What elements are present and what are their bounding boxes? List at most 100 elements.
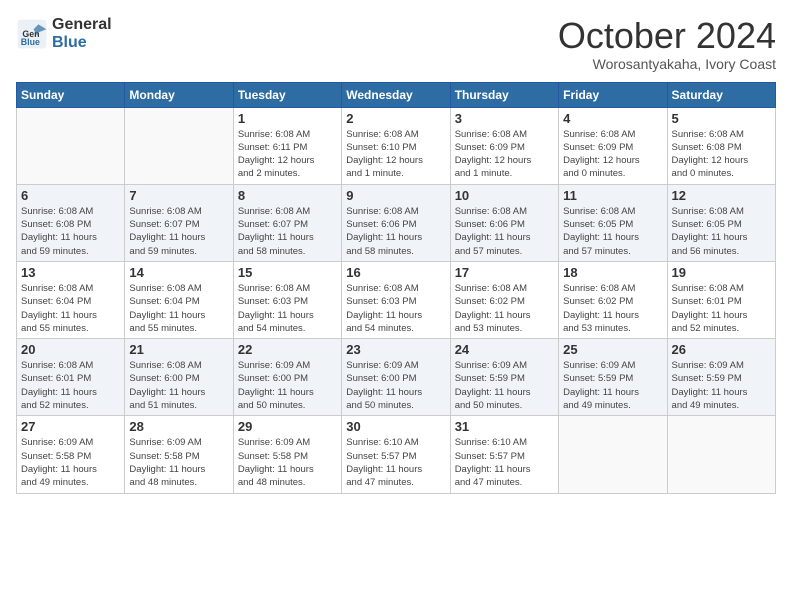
day-number: 27 bbox=[21, 419, 120, 434]
calendar-week-row: 13Sunrise: 6:08 AM Sunset: 6:04 PM Dayli… bbox=[17, 261, 776, 338]
day-info: Sunrise: 6:09 AM Sunset: 5:59 PM Dayligh… bbox=[563, 359, 662, 412]
calendar-week-row: 1 Sunrise: 6:08 AM Sunset: 6:11 PM Daylig… bbox=[17, 107, 776, 184]
location: Worosantyakaha, Ivory Coast bbox=[558, 56, 776, 72]
calendar-cell: 20Sunrise: 6:08 AM Sunset: 6:01 PM Dayli… bbox=[17, 339, 125, 416]
day-info: Sunrise: 6:10 AM Sunset: 5:57 PM Dayligh… bbox=[455, 436, 554, 489]
calendar-cell: 26 Sunrise: 6:09 AM Sunset: 5:59 PM Dayli… bbox=[667, 339, 775, 416]
day-number: 26 bbox=[672, 342, 771, 357]
calendar-cell: 18 Sunrise: 6:08 AM Sunset: 6:02 PM Dayli… bbox=[559, 261, 667, 338]
day-number: 30 bbox=[346, 419, 445, 434]
logo-text: General Blue bbox=[52, 16, 112, 51]
calendar-cell: 4 Sunrise: 6:08 AM Sunset: 6:09 PM Daylig… bbox=[559, 107, 667, 184]
day-info: Sunrise: 6:09 AM Sunset: 5:59 PM Dayligh… bbox=[455, 359, 554, 412]
day-number: 18 bbox=[563, 265, 662, 280]
day-number: 21 bbox=[129, 342, 228, 357]
day-number: 2 bbox=[346, 111, 445, 126]
weekday-header-sunday: Sunday bbox=[17, 82, 125, 107]
calendar-cell: 3 Sunrise: 6:08 AM Sunset: 6:09 PM Daylig… bbox=[450, 107, 558, 184]
calendar-cell: 8 Sunrise: 6:08 AM Sunset: 6:07 PM Daylig… bbox=[233, 184, 341, 261]
logo-general-text: General bbox=[52, 16, 112, 34]
day-number: 1 bbox=[238, 111, 337, 126]
day-info: Sunrise: 6:08 AM Sunset: 6:07 PM Dayligh… bbox=[238, 205, 337, 258]
day-info: Sunrise: 6:08 AM Sunset: 6:10 PM Dayligh… bbox=[346, 128, 445, 181]
weekday-header-thursday: Thursday bbox=[450, 82, 558, 107]
day-number: 29 bbox=[238, 419, 337, 434]
day-info: Sunrise: 6:08 AM Sunset: 6:02 PM Dayligh… bbox=[563, 282, 662, 335]
weekday-header-monday: Monday bbox=[125, 82, 233, 107]
day-info: Sunrise: 6:08 AM Sunset: 6:08 PM Dayligh… bbox=[21, 205, 120, 258]
calendar-cell: 2 Sunrise: 6:08 AM Sunset: 6:10 PM Daylig… bbox=[342, 107, 450, 184]
day-info: Sunrise: 6:08 AM Sunset: 6:00 PM Dayligh… bbox=[129, 359, 228, 412]
day-number: 8 bbox=[238, 188, 337, 203]
day-number: 6 bbox=[21, 188, 120, 203]
calendar-cell: 11Sunrise: 6:08 AM Sunset: 6:05 PM Dayli… bbox=[559, 184, 667, 261]
calendar-cell: 30 Sunrise: 6:10 AM Sunset: 5:57 PM Dayli… bbox=[342, 416, 450, 493]
calendar-cell: 16 Sunrise: 6:08 AM Sunset: 6:03 PM Dayli… bbox=[342, 261, 450, 338]
calendar-cell: 29 Sunrise: 6:09 AM Sunset: 5:58 PM Dayli… bbox=[233, 416, 341, 493]
day-info: Sunrise: 6:09 AM Sunset: 6:00 PM Dayligh… bbox=[238, 359, 337, 412]
day-info: Sunrise: 6:08 AM Sunset: 6:03 PM Dayligh… bbox=[238, 282, 337, 335]
calendar-cell: 14Sunrise: 6:08 AM Sunset: 6:04 PM Dayli… bbox=[125, 261, 233, 338]
calendar-cell: 19Sunrise: 6:08 AM Sunset: 6:01 PM Dayli… bbox=[667, 261, 775, 338]
day-number: 9 bbox=[346, 188, 445, 203]
day-number: 15 bbox=[238, 265, 337, 280]
calendar-cell: 27 Sunrise: 6:09 AM Sunset: 5:58 PM Dayli… bbox=[17, 416, 125, 493]
calendar-cell: 22 Sunrise: 6:09 AM Sunset: 6:00 PM Dayli… bbox=[233, 339, 341, 416]
day-number: 20 bbox=[21, 342, 120, 357]
calendar-cell: 23Sunrise: 6:09 AM Sunset: 6:00 PM Dayli… bbox=[342, 339, 450, 416]
day-number: 19 bbox=[672, 265, 771, 280]
weekday-header-wednesday: Wednesday bbox=[342, 82, 450, 107]
day-number: 25 bbox=[563, 342, 662, 357]
day-number: 10 bbox=[455, 188, 554, 203]
calendar-cell: 17Sunrise: 6:08 AM Sunset: 6:02 PM Dayli… bbox=[450, 261, 558, 338]
calendar-cell: 13Sunrise: 6:08 AM Sunset: 6:04 PM Dayli… bbox=[17, 261, 125, 338]
calendar-week-row: 27 Sunrise: 6:09 AM Sunset: 5:58 PM Dayli… bbox=[17, 416, 776, 493]
calendar-cell: 24 Sunrise: 6:09 AM Sunset: 5:59 PM Dayli… bbox=[450, 339, 558, 416]
day-number: 16 bbox=[346, 265, 445, 280]
day-info: Sunrise: 6:09 AM Sunset: 5:58 PM Dayligh… bbox=[21, 436, 120, 489]
calendar-cell: 31 Sunrise: 6:10 AM Sunset: 5:57 PM Dayli… bbox=[450, 416, 558, 493]
month-title: October 2024 bbox=[558, 16, 776, 56]
day-info: Sunrise: 6:08 AM Sunset: 6:02 PM Dayligh… bbox=[455, 282, 554, 335]
calendar-cell bbox=[17, 107, 125, 184]
page-header: Gen Blue General Blue October 2024 Woros… bbox=[16, 16, 776, 72]
day-info: Sunrise: 6:08 AM Sunset: 6:09 PM Dayligh… bbox=[563, 128, 662, 181]
svg-text:Blue: Blue bbox=[21, 37, 40, 47]
day-number: 22 bbox=[238, 342, 337, 357]
day-info: Sunrise: 6:08 AM Sunset: 6:06 PM Dayligh… bbox=[455, 205, 554, 258]
weekday-header-saturday: Saturday bbox=[667, 82, 775, 107]
day-info: Sunrise: 6:08 AM Sunset: 6:09 PM Dayligh… bbox=[455, 128, 554, 181]
day-number: 4 bbox=[563, 111, 662, 126]
day-info: Sunrise: 6:08 AM Sunset: 6:07 PM Dayligh… bbox=[129, 205, 228, 258]
day-info: Sunrise: 6:08 AM Sunset: 6:11 PM Dayligh… bbox=[238, 128, 337, 181]
calendar-cell: 6 Sunrise: 6:08 AM Sunset: 6:08 PM Daylig… bbox=[17, 184, 125, 261]
day-info: Sunrise: 6:08 AM Sunset: 6:06 PM Dayligh… bbox=[346, 205, 445, 258]
day-info: Sunrise: 6:10 AM Sunset: 5:57 PM Dayligh… bbox=[346, 436, 445, 489]
day-info: Sunrise: 6:09 AM Sunset: 5:59 PM Dayligh… bbox=[672, 359, 771, 412]
day-number: 31 bbox=[455, 419, 554, 434]
day-number: 24 bbox=[455, 342, 554, 357]
calendar-cell: 9 Sunrise: 6:08 AM Sunset: 6:06 PM Daylig… bbox=[342, 184, 450, 261]
calendar-week-row: 6 Sunrise: 6:08 AM Sunset: 6:08 PM Daylig… bbox=[17, 184, 776, 261]
calendar-table: SundayMondayTuesdayWednesdayThursdayFrid… bbox=[16, 82, 776, 494]
logo-blue-text: Blue bbox=[52, 34, 112, 52]
calendar-cell bbox=[125, 107, 233, 184]
calendar-week-row: 20Sunrise: 6:08 AM Sunset: 6:01 PM Dayli… bbox=[17, 339, 776, 416]
day-number: 7 bbox=[129, 188, 228, 203]
day-info: Sunrise: 6:08 AM Sunset: 6:05 PM Dayligh… bbox=[672, 205, 771, 258]
day-info: Sunrise: 6:08 AM Sunset: 6:03 PM Dayligh… bbox=[346, 282, 445, 335]
calendar-cell bbox=[667, 416, 775, 493]
day-info: Sunrise: 6:08 AM Sunset: 6:08 PM Dayligh… bbox=[672, 128, 771, 181]
day-info: Sunrise: 6:09 AM Sunset: 5:58 PM Dayligh… bbox=[129, 436, 228, 489]
weekday-header-friday: Friday bbox=[559, 82, 667, 107]
calendar-cell: 21 Sunrise: 6:08 AM Sunset: 6:00 PM Dayli… bbox=[125, 339, 233, 416]
day-number: 23 bbox=[346, 342, 445, 357]
logo: Gen Blue General Blue bbox=[16, 16, 112, 51]
day-info: Sunrise: 6:08 AM Sunset: 6:04 PM Dayligh… bbox=[129, 282, 228, 335]
day-number: 5 bbox=[672, 111, 771, 126]
day-number: 3 bbox=[455, 111, 554, 126]
calendar-cell: 25 Sunrise: 6:09 AM Sunset: 5:59 PM Dayli… bbox=[559, 339, 667, 416]
weekday-header-row: SundayMondayTuesdayWednesdayThursdayFrid… bbox=[17, 82, 776, 107]
logo-icon: Gen Blue bbox=[16, 18, 48, 50]
day-info: Sunrise: 6:09 AM Sunset: 5:58 PM Dayligh… bbox=[238, 436, 337, 489]
